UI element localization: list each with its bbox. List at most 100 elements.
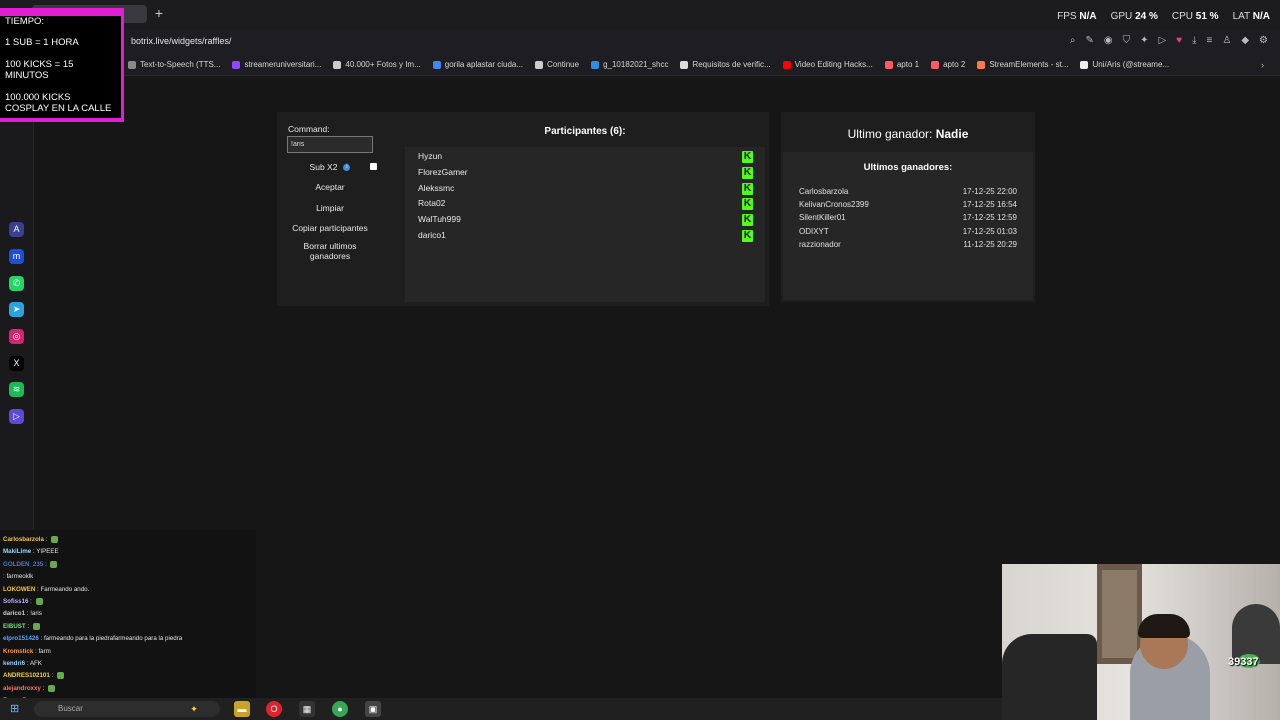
winner-name: Carlosbarzola <box>799 187 849 196</box>
kick-icon: K <box>742 151 753 163</box>
copy-participants-button[interactable]: Copiar participantes <box>288 223 372 233</box>
file-explorer-icon[interactable]: ▬ <box>234 701 250 717</box>
bookmark-icon <box>591 60 600 69</box>
emote-icon <box>48 684 56 692</box>
bookmark-item[interactable]: Continue <box>535 60 579 69</box>
chat-username: GOLDEN_235 <box>3 560 44 568</box>
emote-icon <box>56 672 64 680</box>
search-icon[interactable]: ⌕ <box>1070 35 1076 46</box>
shield-icon[interactable]: ⛉ <box>1123 35 1131 46</box>
play-icon[interactable]: ▷ <box>1158 35 1166 46</box>
winner-date: 11-12-25 20:29 <box>963 239 1017 249</box>
info-icon[interactable]: i <box>343 164 351 172</box>
chat-message: Carlosbarzola : <box>3 536 59 544</box>
bookmark-item[interactable]: Requisitos de verific... <box>680 60 771 69</box>
spotify-icon[interactable]: ≋ <box>9 382 24 397</box>
bookmarks-bar: Text-to-Speech (TTS... streameruniversita… <box>0 56 1280 76</box>
chat-message: elpro151426 : farmeando para la piedrafa… <box>3 635 182 642</box>
profile-icon[interactable]: ♙ <box>1222 35 1231 46</box>
opera-icon[interactable]: O <box>266 701 282 717</box>
bookmark-icon <box>782 60 791 69</box>
chat-text: AFK <box>29 660 42 667</box>
messenger-icon[interactable]: m <box>9 249 24 264</box>
obs-icon[interactable]: ▣ <box>365 701 381 717</box>
chat-username: Kromstick <box>3 647 34 655</box>
accept-button[interactable]: Aceptar <box>288 182 372 192</box>
menu-icon[interactable]: ≡ <box>1207 35 1213 46</box>
bookmark-label: apto 2 <box>943 60 966 69</box>
copilot-icon[interactable]: ✦ <box>186 701 202 717</box>
kick-icon: K <box>742 182 753 195</box>
participant-name: Rota02 <box>418 198 446 209</box>
clear-button[interactable]: Limpiar <box>288 203 372 213</box>
app-icon[interactable]: ▦ <box>299 701 315 717</box>
chat-message: alejandroxxy : <box>3 684 56 692</box>
wallet-icon[interactable]: ◆ <box>1241 35 1249 46</box>
winner-row: razzionador 11-12-25 20:29 <box>799 240 1017 249</box>
chat-message: ANDRES102101 : <box>3 672 64 680</box>
delete-winners-button[interactable]: Borrar ultimos ganadores <box>288 241 372 262</box>
windows-start-icon[interactable]: ⊞ <box>10 703 22 715</box>
taskbar: ⊞ Buscar ✦ ▬ O ▦ ● ▣ <box>0 698 1002 720</box>
camera-icon[interactable]: ◉ <box>1104 35 1113 46</box>
chevron-right-icon[interactable]: › <box>1261 60 1264 70</box>
instagram-icon[interactable]: ◎ <box>9 329 24 344</box>
extensions-icon[interactable]: ✦ <box>1140 35 1148 46</box>
player-icon[interactable]: ▷ <box>9 409 24 424</box>
bookmark-icon <box>535 60 544 69</box>
winner-name: razzionador <box>799 239 841 249</box>
bookmark-label: StreamElements - st... <box>989 60 1069 69</box>
chat-separator: : <box>43 536 50 544</box>
participant-name: WalTuh999 <box>418 214 461 225</box>
x-icon[interactable]: X <box>9 356 24 371</box>
chat-username: kendri6 <box>3 660 26 667</box>
bookmark-item[interactable]: streameruniversitari... <box>232 60 321 69</box>
bookmark-icon <box>977 60 986 69</box>
winner-row: SilentKiller01 17-12-25 12:59 <box>799 213 1017 222</box>
heart-icon[interactable]: ♥ <box>1176 35 1182 46</box>
participant-row: WalTuh999 K <box>418 214 753 227</box>
bookmark-item[interactable]: Video Editing Hacks... <box>782 60 873 69</box>
chat-username: MakiLime <box>3 548 32 556</box>
overlay-top-bar <box>0 8 124 16</box>
telegram-icon[interactable]: ➤ <box>9 302 24 317</box>
webcam-feed: 39337 <box>1002 564 1280 720</box>
sub-x2-toggle[interactable]: Sub X2 i <box>288 162 372 172</box>
participant-name: darico1 <box>418 230 446 240</box>
chat-separator: : <box>43 560 49 568</box>
overlay-line-kicks: 100 KICKS = 15 MINUTOS <box>5 58 74 82</box>
winner-row: KelivanCronos2399 17-12-25 16:54 <box>799 200 1017 209</box>
url-text[interactable]: botrix.live/widgets/raffles/ <box>131 36 231 46</box>
command-input[interactable] <box>287 136 373 153</box>
download-icon[interactable]: ⤓ <box>1192 35 1196 46</box>
gpu-stat: GPU 24 % <box>1110 11 1158 22</box>
whatsapp-icon[interactable]: ✆ <box>9 276 24 291</box>
chrome-icon[interactable]: ● <box>332 701 348 717</box>
chat-username: ANDRES102101 <box>3 672 50 680</box>
bookmark-item[interactable]: StreamElements - st... <box>977 60 1068 69</box>
settings-icon[interactable]: ⚙ <box>1259 35 1268 46</box>
bookmark-item[interactable]: apto 2 <box>931 60 965 69</box>
bookmark-item[interactable]: 40.000+ Fotos y Im... <box>333 60 421 69</box>
new-tab-button[interactable]: + <box>152 5 166 21</box>
address-bar[interactable]: botrix.live/widgets/raffles/ ⌕ ✎ ◉ ⛉ ✦ ▷… <box>0 30 1280 56</box>
bookmark-item[interactable]: g_10182021_shcc <box>591 60 668 69</box>
winner-name: KelivanCronos2399 <box>799 200 869 210</box>
bookmark-item[interactable]: apto 1 <box>884 60 919 69</box>
winner-row: ODIXYT 17-12-25 01:03 <box>799 227 1017 236</box>
bookmark-label: gorila aplastar ciuda... <box>444 60 524 69</box>
participants-title: Participantes (6): <box>544 126 626 137</box>
aria-icon[interactable]: A <box>9 222 24 237</box>
winner-date: 17-12-25 22:00 <box>962 187 1017 196</box>
bookmark-item[interactable]: gorila aplastar ciuda... <box>432 60 524 69</box>
bookmark-icon <box>1080 60 1089 69</box>
sub-x2-checkbox[interactable] <box>370 163 377 170</box>
bookmark-item[interactable]: Text-to-Speech (TTS... <box>128 60 220 69</box>
webcam-chair <box>1002 634 1097 720</box>
chat-separator: : <box>28 598 34 606</box>
bookmark-list: Text-to-Speech (TTS... streameruniversita… <box>128 60 1169 69</box>
lat-stat: LAT N/A <box>1232 11 1270 22</box>
chat-overlay: Carlosbarzola : MakiLime : YIPEEE GOLDEN_… <box>0 530 256 704</box>
edit-icon[interactable]: ✎ <box>1085 35 1093 46</box>
bookmark-item[interactable]: Uni/Aris (@streame... <box>1080 60 1169 69</box>
